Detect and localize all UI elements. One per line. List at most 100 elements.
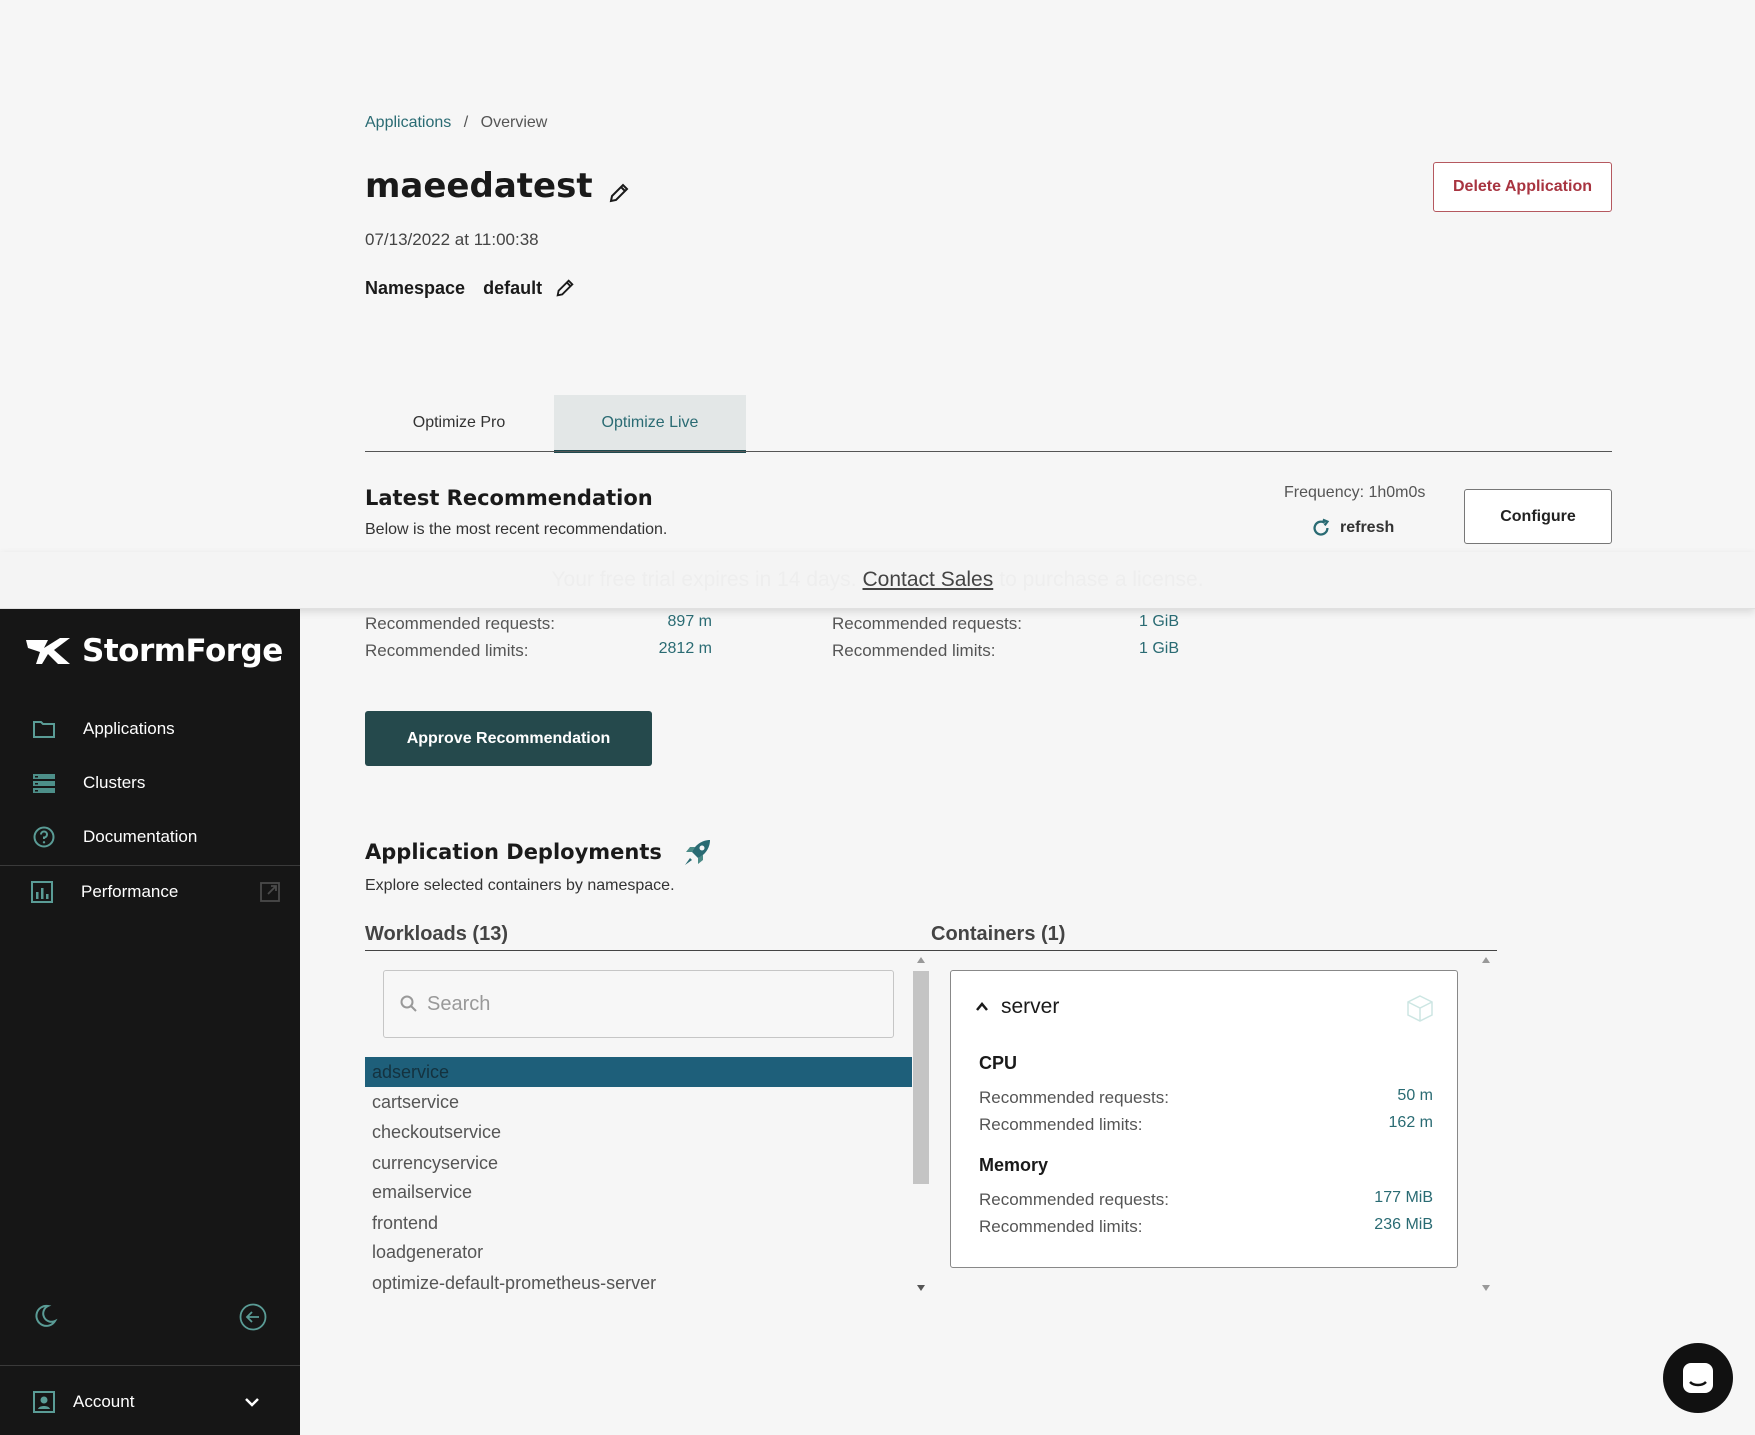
scroll-down-arrow-icon[interactable] xyxy=(1482,1285,1490,1291)
container-cpu-title: CPU xyxy=(979,1053,1018,1073)
containers-heading: Containers (1) xyxy=(931,923,1066,945)
container-cpu-limits-label: Recommended limits: xyxy=(979,1115,1143,1134)
container-memory-limits-label: Recommended limits: xyxy=(979,1217,1143,1236)
scroll-up-arrow-icon[interactable] xyxy=(1482,957,1490,963)
sidebar-item-clusters[interactable]: Clusters xyxy=(0,757,300,809)
container-card: server CPU Recommended requests: 50 m Re… xyxy=(950,970,1458,1268)
workload-item[interactable]: adservice xyxy=(365,1057,912,1087)
container-cpu-requests-label: Recommended requests: xyxy=(979,1088,1169,1107)
collapse-sidebar-arrow-icon[interactable] xyxy=(239,1303,267,1331)
server-stack-icon xyxy=(32,771,56,795)
memory-requests-label: Recommended requests: xyxy=(832,614,1022,633)
namespace-label: Namespace xyxy=(365,277,466,298)
contact-sales-link[interactable]: Contact Sales xyxy=(863,568,994,592)
cpu-requests-value: 897 m xyxy=(667,613,712,630)
chat-launcher-button[interactable] xyxy=(1663,1343,1733,1413)
app-name: maeedatest xyxy=(365,166,593,206)
refresh-label: refresh xyxy=(1340,519,1395,536)
scroll-up-arrow-icon[interactable] xyxy=(917,957,925,963)
tabs-divider xyxy=(365,451,1612,452)
breadcrumb-separator: / xyxy=(463,114,469,131)
memory-limits-value: 1 GiB xyxy=(1138,640,1179,657)
sidebar-divider xyxy=(0,1365,300,1366)
workload-item[interactable]: checkoutservice xyxy=(365,1117,912,1147)
container-cpu-requests-value: 50 m xyxy=(1397,1087,1433,1104)
workload-item[interactable]: frontend xyxy=(365,1208,912,1238)
panels-divider xyxy=(365,950,1497,951)
latest-recommendation-subtitle: Below is the most recent recommendation. xyxy=(365,521,668,538)
namespace-row: Namespace default xyxy=(365,277,576,299)
trial-banner-text-after: to purchase a license. xyxy=(999,568,1204,591)
account-badge-icon xyxy=(32,1390,56,1414)
chevron-down-icon[interactable] xyxy=(242,1392,262,1412)
container-memory-limits-value: 236 MiB xyxy=(1374,1216,1433,1233)
created-datetime: 07/13/2022 at 11:00:38 xyxy=(365,230,539,249)
workload-item[interactable]: optimize-default-prometheus-server xyxy=(365,1268,912,1298)
sidebar-item-label: Applications xyxy=(83,719,175,738)
deployments-title-text: Application Deployments xyxy=(365,840,662,864)
sidebar-item-label: Performance xyxy=(81,882,179,901)
page-title: maeedatest xyxy=(365,166,631,206)
memory-requests-value: 1 GiB xyxy=(1138,613,1179,630)
sidebar-item-applications[interactable]: Applications xyxy=(0,703,300,755)
cpu-limits-value: 2812 m xyxy=(658,640,712,657)
approve-recommendation-button[interactable]: Approve Recommendation xyxy=(365,711,652,766)
workload-item[interactable]: loadgenerator xyxy=(365,1237,912,1267)
refresh-button[interactable]: refresh xyxy=(1310,517,1394,539)
sidebar-item-performance[interactable]: Performance xyxy=(0,866,300,918)
breadcrumb-applications-link[interactable]: Applications xyxy=(365,114,451,131)
container-header[interactable]: server xyxy=(973,995,1059,1019)
latest-recommendation-title: Latest Recommendation xyxy=(365,486,653,510)
container-cube-icon xyxy=(1405,993,1435,1023)
container-cpu-limits-value: 162 m xyxy=(1388,1114,1433,1131)
search-input[interactable] xyxy=(427,992,867,1016)
containers-scrollbar[interactable] xyxy=(1478,955,1494,1293)
container-memory-requests-value: 177 MiB xyxy=(1374,1189,1433,1206)
deployments-title: Application Deployments xyxy=(365,834,716,870)
help-circle-icon xyxy=(32,825,56,849)
tab-optimize-live[interactable]: Optimize Live xyxy=(554,395,746,453)
cpu-limits-label: Recommended limits: xyxy=(365,641,529,660)
sidebar-item-label: Clusters xyxy=(83,773,146,792)
rocket-icon xyxy=(680,834,716,870)
workload-search-box[interactable] xyxy=(383,970,894,1038)
refresh-icon xyxy=(1310,517,1332,539)
external-link-icon xyxy=(259,881,281,903)
cpu-requests-label: Recommended requests: xyxy=(365,614,555,633)
trial-banner-text-before: Your free trial expires in 14 days. xyxy=(551,568,857,591)
memory-limits-label: Recommended limits: xyxy=(832,641,996,660)
deployments-subtitle: Explore selected containers by namespace… xyxy=(365,877,675,894)
breadcrumb-current: Overview xyxy=(480,114,548,131)
configure-button[interactable]: Configure xyxy=(1464,489,1612,544)
sidebar-item-documentation[interactable]: Documentation xyxy=(0,811,300,863)
container-name: server xyxy=(1001,995,1060,1018)
sidebar: StormForge Applications Clusters Documen… xyxy=(0,609,300,1435)
chat-icon xyxy=(1680,1360,1716,1396)
trial-banner: Your free trial expires in 14 days. Cont… xyxy=(0,552,1755,609)
delete-application-button[interactable]: Delete Application xyxy=(1433,162,1612,212)
tab-optimize-pro[interactable]: Optimize Pro xyxy=(365,395,553,451)
workload-item[interactable]: currencyservice xyxy=(365,1148,912,1178)
brand-name: StormForge xyxy=(82,633,283,669)
scroll-down-arrow-icon[interactable] xyxy=(917,1285,925,1291)
stormforge-logo-icon xyxy=(26,636,72,666)
account-label: Account xyxy=(73,1392,135,1411)
folder-icon xyxy=(32,717,56,741)
workloads-scrollbar[interactable] xyxy=(913,955,929,1293)
bar-chart-icon xyxy=(30,880,54,904)
container-memory-title: Memory xyxy=(979,1155,1049,1175)
account-menu[interactable]: Account xyxy=(0,1376,300,1428)
dark-mode-moon-icon[interactable] xyxy=(32,1303,58,1329)
workloads-scroll-thumb[interactable] xyxy=(913,971,929,1184)
breadcrumb: Applications / Overview xyxy=(365,114,547,132)
workloads-heading: Workloads (13) xyxy=(365,923,508,945)
sidebar-item-label: Documentation xyxy=(83,827,198,846)
brand-logo[interactable]: StormForge xyxy=(26,633,283,669)
workload-item[interactable]: emailservice xyxy=(365,1177,912,1207)
chevron-up-icon[interactable] xyxy=(973,998,991,1016)
edit-name-pencil-icon[interactable] xyxy=(607,174,631,203)
search-icon xyxy=(399,994,419,1014)
workload-item[interactable]: cartservice xyxy=(365,1087,912,1117)
edit-namespace-pencil-icon[interactable] xyxy=(554,277,576,299)
frequency-text: Frequency: 1h0m0s xyxy=(1284,484,1426,501)
